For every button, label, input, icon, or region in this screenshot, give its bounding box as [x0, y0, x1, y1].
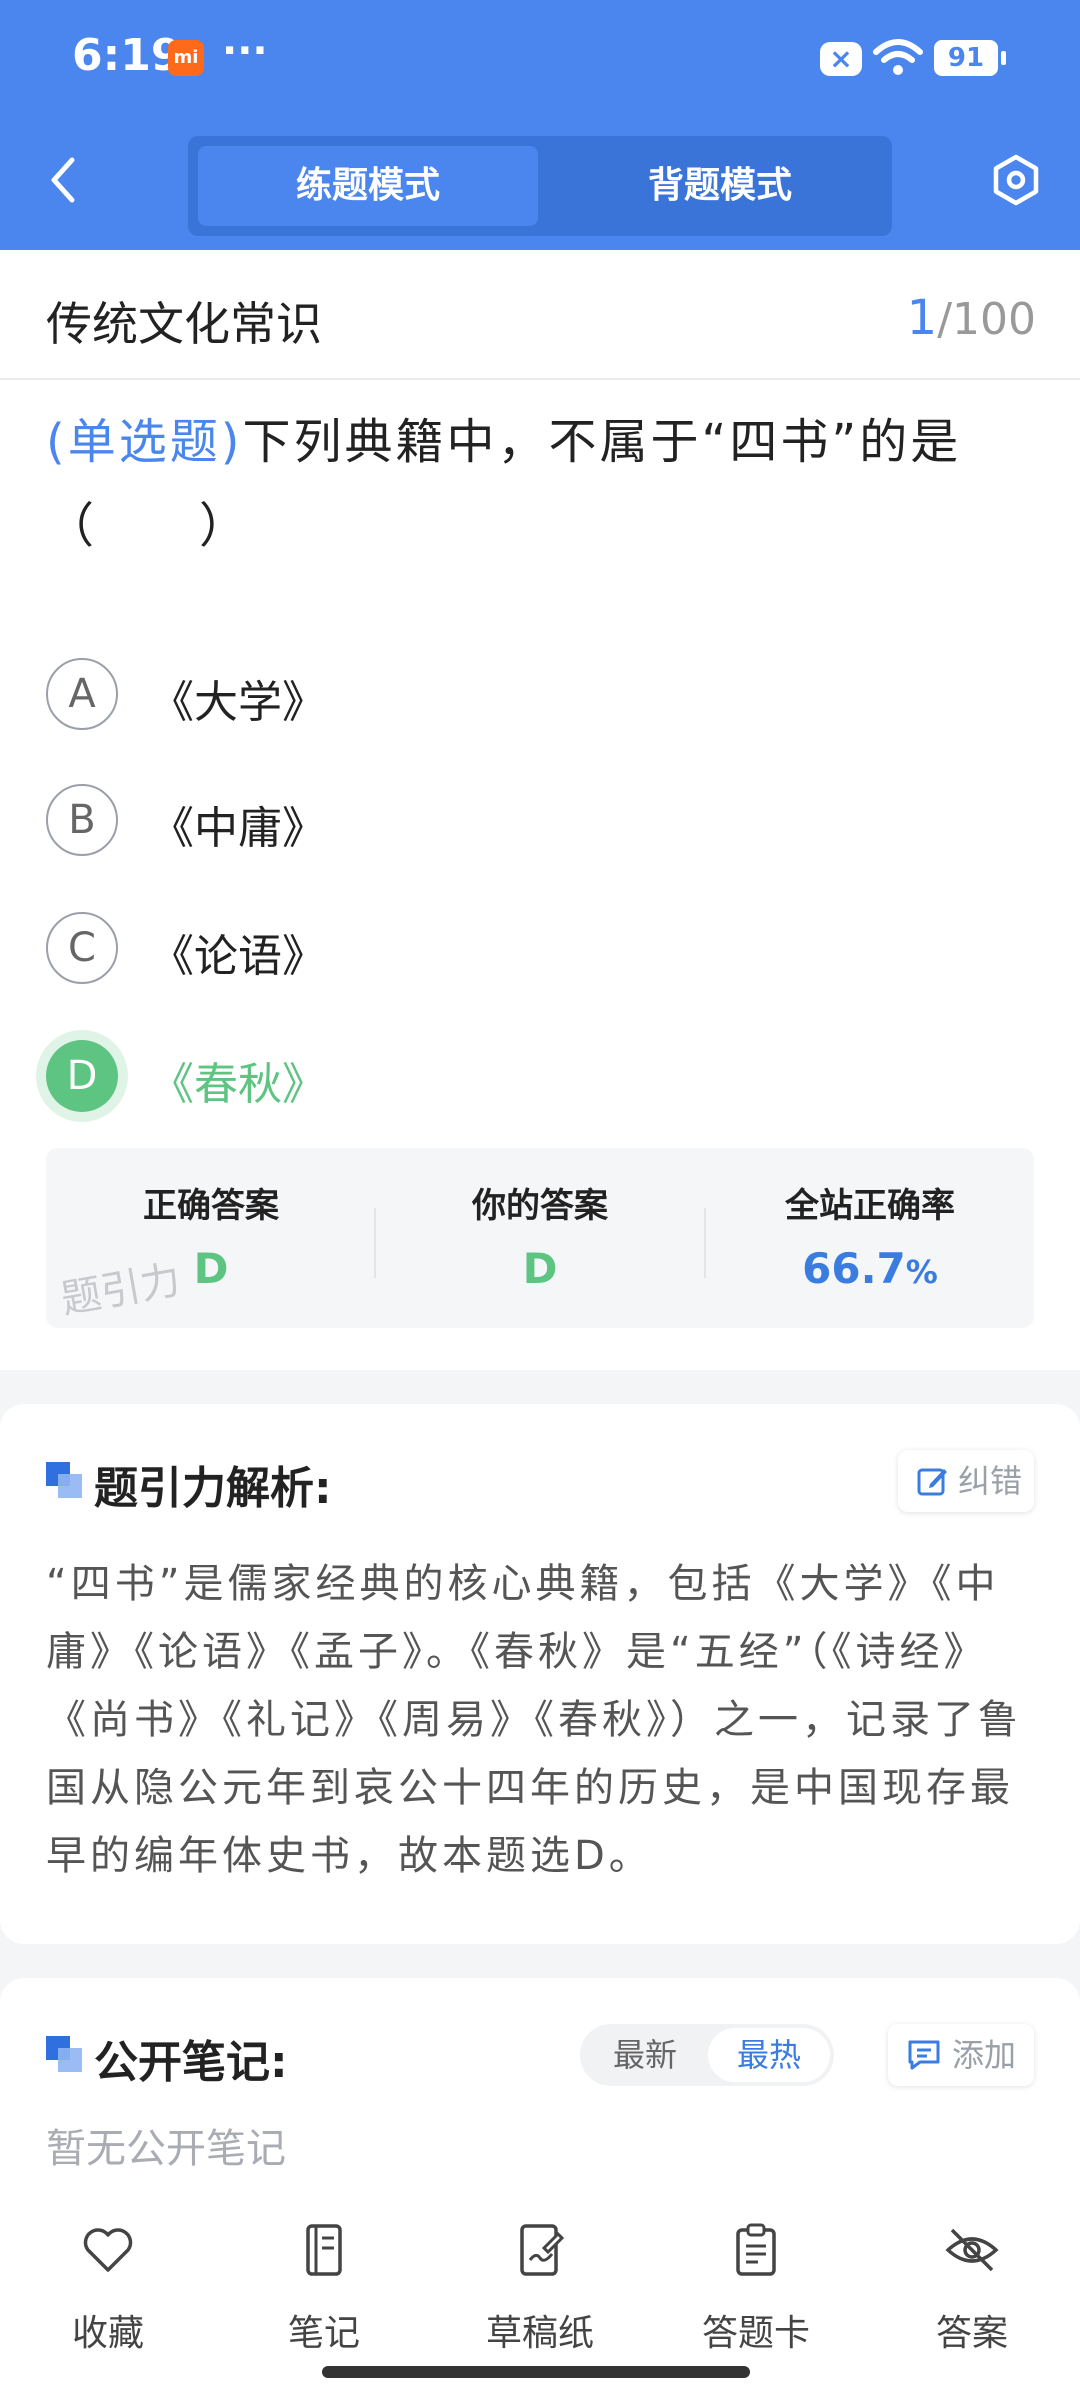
show-answer-button[interactable]: 答案	[892, 2220, 1052, 2354]
accuracy-label: 全站正确率	[785, 1186, 955, 1226]
heart-icon	[83, 2228, 133, 2272]
app-notification-icon: mi	[168, 40, 204, 76]
notes-title: 公开笔记:	[94, 2037, 288, 2088]
report-error-button[interactable]: 纠错	[898, 1450, 1034, 1512]
accuracy-unit: %	[905, 1253, 938, 1291]
your-answer-value: D	[522, 1244, 558, 1293]
section-icon	[46, 2036, 82, 2072]
sort-latest[interactable]: 最新	[584, 2028, 706, 2082]
total-questions: /100	[937, 294, 1036, 345]
analysis-title: 题引力解析:	[94, 1463, 332, 1514]
option-text: 《论语》	[150, 931, 326, 982]
analysis-text: “四书”是儒家经典的核心典籍，包括《大学》《中庸》《论语》《孟子》。《春秋》是“…	[46, 1561, 1022, 1879]
draft-label: 草稿纸	[485, 2313, 594, 2354]
add-note-label: 添加	[952, 2036, 1017, 2074]
wifi-icon	[873, 39, 923, 75]
mute-icon: ×	[820, 42, 862, 76]
mode-switcher: 练题模式 背题模式	[188, 136, 892, 236]
option-text: 《大学》	[150, 677, 326, 728]
more-notifications-icon: ···	[222, 28, 268, 74]
question-stem: (单选题)下列典籍中，不属于“四书”的是（ ）	[46, 400, 1046, 568]
your-answer-column: 你的答案 D	[375, 1148, 705, 1328]
notes-label: 笔记	[287, 2313, 360, 2354]
answer-result-panel: 正确答案 D 你的答案 D 全站正确率 66.7% 题引力	[46, 1148, 1034, 1328]
add-note-button[interactable]: 添加	[888, 2024, 1034, 2086]
option-letter: B	[46, 784, 118, 856]
accuracy-column: 全站正确率 66.7%	[705, 1148, 1035, 1328]
correct-answer-label: 正确答案	[143, 1186, 279, 1226]
divider	[0, 378, 1080, 380]
topic-title: 传统文化常识	[46, 297, 322, 351]
tab-memorize-mode[interactable]: 背题模式	[550, 146, 890, 226]
section-icon	[46, 1462, 82, 1498]
option-b[interactable]: B 《中庸》	[46, 784, 946, 864]
option-c[interactable]: C 《论语》	[46, 912, 946, 992]
question-progress: 1/100	[907, 290, 1036, 346]
back-icon[interactable]	[40, 150, 88, 210]
accuracy-number: 66.7	[802, 1244, 906, 1293]
settings-icon[interactable]	[990, 154, 1042, 206]
sort-hottest[interactable]: 最热	[708, 2028, 830, 2082]
show-answer-label: 答案	[935, 2313, 1008, 2354]
answer-sheet-icon	[736, 2223, 776, 2276]
answer-sheet-button[interactable]: 答题卡	[676, 2220, 836, 2354]
option-letter: D	[46, 1040, 118, 1112]
notes-empty-state: 暂无公开笔记	[46, 2126, 286, 2172]
favorite-label: 收藏	[71, 2313, 144, 2354]
answer-sheet-label: 答题卡	[701, 2313, 810, 2354]
edit-icon	[917, 1468, 947, 1496]
notebook-icon	[306, 2224, 342, 2276]
status-time: 6:19	[72, 30, 182, 81]
option-a[interactable]: A 《大学》	[46, 658, 946, 738]
draft-icon	[520, 2224, 565, 2276]
eye-off-icon	[945, 2228, 999, 2272]
option-letter: C	[46, 912, 118, 984]
option-letter: A	[46, 658, 118, 730]
tab-practice-mode[interactable]: 练题模式	[198, 146, 538, 226]
option-text: 《春秋》	[150, 1059, 326, 1110]
comment-icon	[908, 2040, 940, 2070]
current-question-number: 1	[906, 290, 938, 346]
draft-button[interactable]: 草稿纸	[460, 2220, 620, 2354]
your-answer-label: 你的答案	[472, 1186, 608, 1226]
status-bar: 6:19 mi ··· × 91	[0, 0, 1080, 120]
battery-indicator: 91	[934, 40, 1006, 76]
notes-sort-tabs: 最新 最热	[580, 2024, 834, 2086]
notes-button[interactable]: 笔记	[244, 2220, 404, 2354]
accuracy-value: 66.7%	[705, 1244, 1035, 1293]
option-text: 《中庸》	[150, 803, 326, 854]
app-header: 6:19 mi ··· × 91 练题模式 背题模式	[0, 0, 1080, 250]
home-indicator[interactable]	[322, 2366, 750, 2378]
option-d[interactable]: D 《春秋》	[46, 1040, 946, 1120]
report-error-label: 纠错	[958, 1462, 1023, 1500]
question-type: (单选题)	[46, 414, 243, 470]
question-card: 传统文化常识 1/100 (单选题)下列典籍中，不属于“四书”的是（ ） A 《…	[0, 250, 1080, 1370]
analysis-card: 题引力解析: 纠错 “四书”是儒家经典的核心典籍，包括《大学》《中庸》《论语》《…	[0, 1404, 1080, 1944]
favorite-button[interactable]: 收藏	[28, 2220, 188, 2354]
